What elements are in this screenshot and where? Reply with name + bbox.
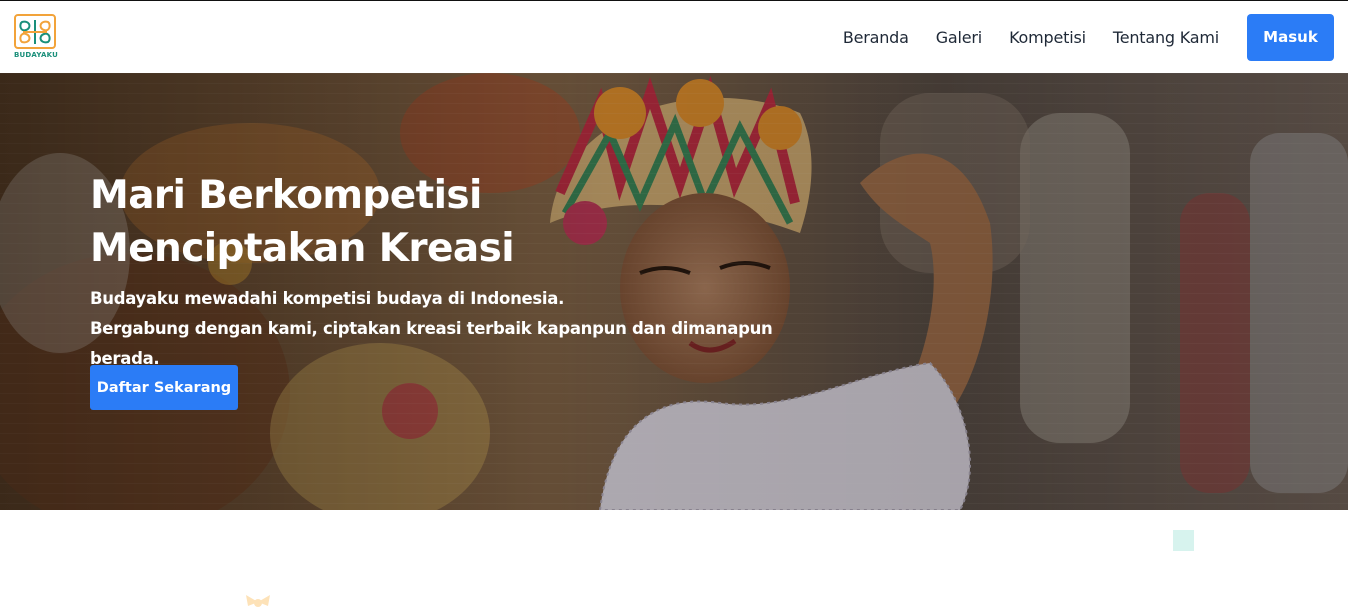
navbar: BUDAYAKU Beranda Galeri Kompetisi Tentan… [0, 1, 1348, 73]
main-nav: Beranda Galeri Kompetisi Tentang Kami Ma… [843, 1, 1348, 73]
decorative-square [1173, 530, 1194, 551]
budayaku-logo-icon [14, 14, 56, 49]
brand-logo-text: BUDAYAKU [14, 51, 58, 59]
hero-title: Mari Berkompetisi Menciptakan Kreasi [90, 169, 690, 275]
hero-section: Mari Berkompetisi Menciptakan Kreasi Bud… [0, 73, 1348, 510]
hero-title-line-2: Menciptakan Kreasi [90, 226, 515, 271]
hero-description: Budayaku mewadahi kompetisi budaya di In… [90, 284, 810, 374]
hero-title-line-1: Mari Berkompetisi [90, 173, 482, 218]
register-now-button[interactable]: Daftar Sekarang [90, 365, 238, 410]
decorative-bow-icon [246, 595, 270, 607]
nav-link-kompetisi[interactable]: Kompetisi [1009, 28, 1086, 47]
hero-description-line-1: Budayaku mewadahi kompetisi budaya di In… [90, 289, 565, 308]
brand-logo[interactable]: BUDAYAKU [14, 14, 58, 60]
nav-link-beranda[interactable]: Beranda [843, 28, 909, 47]
nav-link-tentang-kami[interactable]: Tentang Kami [1113, 28, 1219, 47]
nav-link-galeri[interactable]: Galeri [936, 28, 983, 47]
login-button[interactable]: Masuk [1247, 13, 1334, 61]
